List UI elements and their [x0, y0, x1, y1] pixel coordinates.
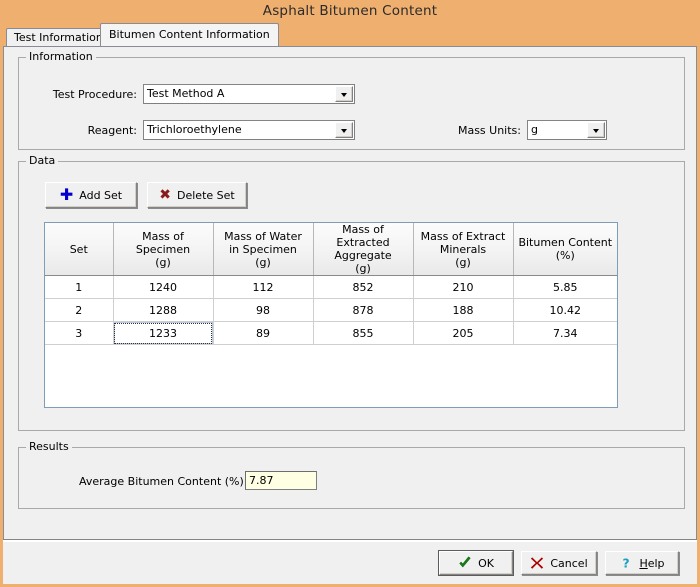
reagent-label: Reagent: [37, 124, 137, 138]
information-group: Information Test Procedure: Test Method … [18, 57, 685, 150]
test-procedure-label: Test Procedure: [37, 88, 137, 102]
information-group-legend: Information [26, 51, 96, 63]
results-group-legend: Results [26, 441, 72, 453]
ok-button[interactable]: OK [439, 551, 513, 575]
test-procedure-combobox[interactable]: Test Method A [143, 84, 355, 104]
column-header-minerals-line3: (g) [416, 256, 511, 269]
tab-bitumen-content-information[interactable]: Bitumen Content Information [100, 23, 279, 46]
cancel-button-label: Cancel [550, 557, 587, 570]
cell-bitumen-content: 5.85 [513, 276, 617, 299]
average-bitumen-content-value: 7.87 [245, 471, 317, 490]
table-row[interactable]: 3 1233 89 855 205 7.34 [45, 322, 617, 345]
column-header-set-line1: Set [47, 243, 111, 256]
help-button-rest: elp [648, 557, 665, 570]
chevron-down-icon[interactable] [335, 122, 353, 138]
column-header-mass-of-specimen-line1: Mass of [116, 230, 211, 243]
tab-strip: Test Information Bitumen Content Informa… [3, 23, 697, 46]
test-procedure-value: Test Method A [144, 85, 335, 103]
cell-mass-specimen-selected[interactable]: 1233 [113, 322, 213, 345]
window-title: Asphalt Bitumen Content [0, 0, 700, 23]
mass-units-value: g [528, 121, 587, 139]
column-header-mass-of-water-in-specimen[interactable]: Mass of Water in Specimen (g) [213, 223, 313, 276]
column-header-mass-of-water-line1: Mass of Water [216, 230, 311, 243]
ok-button-label: OK [478, 557, 494, 570]
cell-set[interactable]: 2 [45, 299, 113, 322]
cell-set[interactable]: 1 [45, 276, 113, 299]
cell-mass-water[interactable]: 98 [213, 299, 313, 322]
column-header-minerals-line1: Mass of Extract [416, 230, 511, 243]
column-header-mass-of-specimen-line2: Specimen [116, 243, 211, 256]
cross-icon [530, 556, 544, 570]
table-row[interactable]: 2 1288 98 878 188 10.42 [45, 299, 617, 322]
mass-units-label: Mass Units: [451, 124, 521, 138]
delete-set-button[interactable]: ✖ Delete Set [147, 182, 247, 208]
average-bitumen-content-label: Average Bitumen Content (%): [79, 475, 239, 489]
tab-test-information-label: Test Information [14, 31, 103, 44]
cell-mass-aggregate[interactable]: 852 [313, 276, 413, 299]
column-header-mass-of-extract-minerals[interactable]: Mass of Extract Minerals (g) [413, 223, 513, 276]
column-header-aggregate-line3: (g) [316, 262, 411, 275]
cell-bitumen-content: 10.42 [513, 299, 617, 322]
column-header-bitumen-line1: Bitumen Content [516, 236, 616, 249]
cell-mass-water[interactable]: 89 [213, 322, 313, 345]
reagent-value: Trichloroethylene [144, 121, 335, 139]
column-header-mass-of-specimen[interactable]: Mass of Specimen (g) [113, 223, 213, 276]
help-button-accesskey: H [639, 557, 647, 570]
cell-mass-specimen[interactable]: 1240 [113, 276, 213, 299]
add-set-button[interactable]: ✚ Add Set [45, 182, 137, 208]
column-header-bitumen-line2: (%) [516, 249, 616, 262]
column-header-minerals-line2: Minerals [416, 243, 511, 256]
tab-test-information[interactable]: Test Information [6, 28, 111, 46]
cell-mass-specimen[interactable]: 1288 [113, 299, 213, 322]
data-grid[interactable]: Set Mass of Specimen (g) Mass of Water i… [44, 222, 618, 408]
cell-mass-minerals[interactable]: 205 [413, 322, 513, 345]
dialog-button-bar: OK Cancel ? Help [3, 541, 697, 584]
column-header-set[interactable]: Set [45, 223, 113, 276]
column-header-mass-of-water-line2: in Specimen [216, 243, 311, 256]
column-header-bitumen-content[interactable]: Bitumen Content (%) [513, 223, 617, 276]
cross-icon: ✖ [159, 188, 171, 202]
column-header-aggregate-line1: Mass of Extracted [316, 223, 411, 249]
column-header-mass-of-extracted-aggregate[interactable]: Mass of Extracted Aggregate (g) [313, 223, 413, 276]
cell-mass-minerals[interactable]: 210 [413, 276, 513, 299]
svg-text:?: ? [623, 556, 630, 570]
cell-mass-water[interactable]: 112 [213, 276, 313, 299]
reagent-combobox[interactable]: Trichloroethylene [143, 120, 355, 140]
cell-bitumen-content: 7.34 [513, 322, 617, 345]
column-header-mass-of-specimen-line3: (g) [116, 256, 211, 269]
column-header-mass-of-water-line3: (g) [216, 256, 311, 269]
plus-icon: ✚ [60, 188, 73, 202]
chevron-down-icon[interactable] [587, 122, 605, 138]
data-grid-table: Set Mass of Specimen (g) Mass of Water i… [45, 223, 617, 345]
chevron-down-icon[interactable] [335, 86, 353, 102]
table-row[interactable]: 1 1240 112 852 210 5.85 [45, 276, 617, 299]
tab-bitumen-content-information-label: Bitumen Content Information [109, 28, 270, 41]
cell-mass-minerals[interactable]: 188 [413, 299, 513, 322]
mass-units-combobox[interactable]: g [527, 120, 607, 140]
data-group-legend: Data [26, 155, 58, 167]
checkmark-icon [458, 556, 472, 570]
cancel-button[interactable]: Cancel [521, 551, 597, 575]
tab-panel-bitumen-content-information: Information Test Procedure: Test Method … [3, 46, 697, 540]
column-header-aggregate-line2: Aggregate [316, 249, 411, 262]
dialog-window: Asphalt Bitumen Content Test Information… [0, 0, 700, 587]
question-mark-icon: ? [619, 556, 633, 570]
cell-mass-aggregate[interactable]: 855 [313, 322, 413, 345]
help-button-label: Help [639, 557, 664, 570]
add-set-button-label: Add Set [79, 189, 122, 202]
cell-set[interactable]: 3 [45, 322, 113, 345]
delete-set-button-label: Delete Set [177, 189, 235, 202]
data-grid-header-row: Set Mass of Specimen (g) Mass of Water i… [45, 223, 617, 276]
data-group: Data ✚ Add Set ✖ Delete Set [18, 161, 685, 431]
help-button[interactable]: ? Help [605, 551, 679, 575]
cell-mass-aggregate[interactable]: 878 [313, 299, 413, 322]
results-group: Results Average Bitumen Content (%): 7.8… [18, 447, 685, 509]
